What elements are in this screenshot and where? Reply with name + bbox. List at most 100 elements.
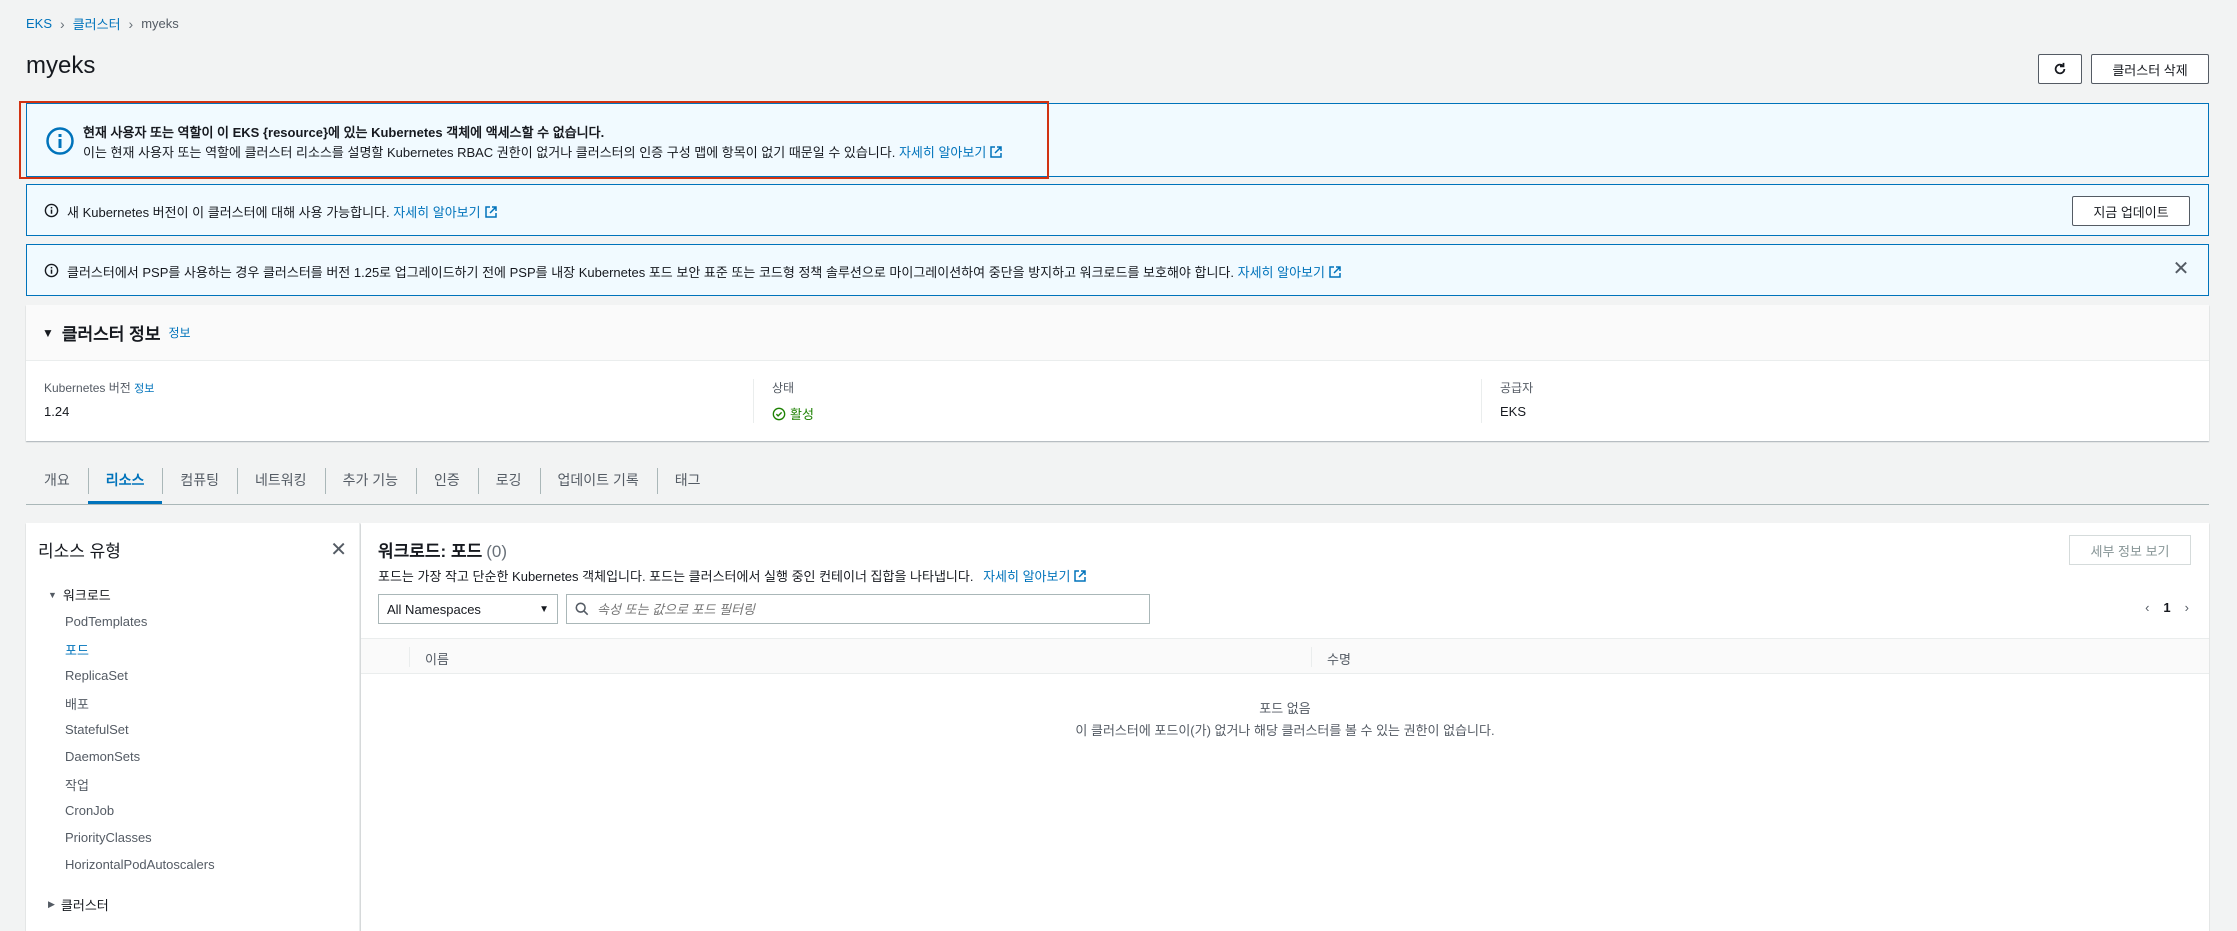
nav-item-priorityclasses[interactable]: PriorityClasses xyxy=(65,830,152,845)
tree-group-label: 클러스터 xyxy=(60,898,109,913)
tree-group-label: 워크로드 xyxy=(62,588,111,603)
delete-cluster-button[interactable]: 클러스터 삭제 xyxy=(2091,54,2209,84)
tab-resources[interactable]: 리소스 xyxy=(87,460,163,504)
status-value: 활성 xyxy=(772,404,1481,423)
check-circle-icon xyxy=(772,407,786,420)
access-alert-text: 이는 현재 사용자 또는 역할에 클러스터 리소스를 설명할 Kubernete… xyxy=(83,145,896,160)
page-number[interactable]: 1 xyxy=(2163,600,2170,615)
column-age[interactable]: 수명 xyxy=(1327,649,1351,668)
psp-alert-text: 클러스터에서 PSP를 사용하는 경우 클러스터를 버전 1.25로 업그레이드… xyxy=(67,265,1234,280)
pod-filter-input[interactable] xyxy=(597,601,1149,617)
cluster-info-header[interactable]: ▼ 클러스터 정보 정보 xyxy=(26,305,2209,361)
k8s-version-field: Kubernetes 버전 정보 1.24 xyxy=(26,379,754,423)
close-icon[interactable]: ✕ xyxy=(2172,259,2190,281)
search-icon xyxy=(575,602,589,616)
psp-alert: 클러스터에서 PSP를 사용하는 경우 클러스터를 버전 1.25로 업그레이드… xyxy=(26,244,2209,296)
nav-item-jobs[interactable]: 작업 xyxy=(65,775,89,794)
info-icon xyxy=(44,263,59,278)
psp-alert-line: 클러스터에서 PSP를 사용하는 경우 클러스터를 버전 1.25로 업그레이드… xyxy=(67,262,1341,281)
tab-addons[interactable]: 추가 기능 xyxy=(324,460,416,504)
external-link-icon xyxy=(1074,570,1087,582)
resource-type-title: 리소스 유형 xyxy=(38,542,121,561)
caret-down-icon: ▼ xyxy=(539,603,549,615)
version-alert: 새 Kubernetes 버전이 이 클러스터에 대해 사용 가능합니다. 자세… xyxy=(26,184,2209,236)
learn-more-label: 자세히 알아보기 xyxy=(1237,265,1325,280)
tab-update-history[interactable]: 업데이트 기록 xyxy=(539,460,657,504)
view-details-button[interactable]: 세부 정보 보기 xyxy=(2069,535,2191,565)
learn-more-link[interactable]: 자세히 알아보기 xyxy=(898,145,1003,160)
caret-down-icon: ▼ xyxy=(48,589,57,600)
empty-title: 포드 없음 xyxy=(1259,701,1311,716)
tab-networking[interactable]: 네트워킹 xyxy=(237,460,325,504)
info-icon xyxy=(46,127,74,155)
external-link-icon xyxy=(990,146,1003,158)
status-text: 활성 xyxy=(790,407,814,422)
pagination: ‹ 1 › xyxy=(2145,600,2189,615)
access-alert-title: 현재 사용자 또는 역할이 이 EKS {resource}에 있는 Kuber… xyxy=(83,125,605,140)
pods-title-text: 워크로드: 포드 xyxy=(378,542,483,561)
info-link[interactable]: 정보 xyxy=(134,383,154,395)
refresh-icon xyxy=(2054,62,2066,75)
nav-item-replicaset[interactable]: ReplicaSet xyxy=(65,668,128,683)
chevron-right-icon[interactable]: › xyxy=(2185,600,2189,615)
pods-panel: 워크로드: 포드 (0) 포드는 가장 작고 단순한 Kubernetes 객체입… xyxy=(361,523,2209,931)
pod-filter[interactable] xyxy=(566,594,1150,624)
pods-desc-text: 포드는 가장 작고 단순한 Kubernetes 객체입니다. 포드는 클러스터… xyxy=(378,569,974,584)
nav-item-statefulset[interactable]: StatefulSet xyxy=(65,722,129,737)
learn-more-label: 자세히 알아보기 xyxy=(983,569,1071,584)
chevron-right-icon: › xyxy=(60,15,65,32)
breadcrumb-clusters[interactable]: 클러스터 xyxy=(73,14,121,33)
status-label: 상태 xyxy=(772,381,795,395)
tab-logging[interactable]: 로깅 xyxy=(477,460,540,504)
chevron-right-icon: › xyxy=(128,15,134,32)
provider-field: 공급자 EKS xyxy=(1482,379,2209,423)
pods-count: (0) xyxy=(486,542,508,561)
learn-more-link[interactable]: 자세히 알아보기 xyxy=(983,569,1087,584)
column-divider xyxy=(1311,647,1312,667)
tree-group-workloads[interactable]: ▼ 워크로드 xyxy=(48,585,111,604)
empty-desc: 이 클러스터에 포드이(가) 없거나 해당 클러스터를 볼 수 있는 권한이 없… xyxy=(1075,723,1495,738)
pods-desc: 포드는 가장 작고 단순한 Kubernetes 객체입니다. 포드는 클러스터… xyxy=(378,566,1087,585)
resource-type-nav: 리소스 유형 ✕ ▼ 워크로드 PodTemplates 포드 ReplicaS… xyxy=(26,523,360,931)
access-alert: 현재 사용자 또는 역할이 이 EKS {resource}에 있는 Kuber… xyxy=(26,103,2209,177)
status-field: 상태 활성 xyxy=(754,379,1482,423)
k8s-version-label: Kubernetes 버전 xyxy=(44,381,131,395)
namespace-select[interactable]: All Namespaces ▼ xyxy=(378,594,558,624)
nav-item-daemonsets[interactable]: DaemonSets xyxy=(65,749,140,764)
access-alert-desc: 이는 현재 사용자 또는 역할에 클러스터 리소스를 설명할 Kubernete… xyxy=(83,142,1003,161)
tab-authentication[interactable]: 인증 xyxy=(416,460,478,504)
provider-value: EKS xyxy=(1500,404,1527,419)
nav-item-podtemplates[interactable]: PodTemplates xyxy=(65,614,147,629)
update-now-button[interactable]: 지금 업데이트 xyxy=(2072,196,2190,226)
caret-right-icon: ▶ xyxy=(48,899,55,909)
tree-group-cluster[interactable]: ▶ 클러스터 xyxy=(48,895,109,914)
tab-compute[interactable]: 컴퓨팅 xyxy=(162,460,237,504)
cluster-info-title: 클러스터 정보 xyxy=(61,325,161,344)
learn-more-link[interactable]: 자세히 알아보기 xyxy=(1238,265,1341,280)
nav-item-deployments[interactable]: 배포 xyxy=(65,694,89,713)
k8s-version-value: 1.24 xyxy=(44,404,70,419)
breadcrumb-eks[interactable]: EKS xyxy=(26,16,52,31)
table-header: 이름 수명 xyxy=(361,638,2209,674)
learn-more-label: 자세히 알아보기 xyxy=(393,205,481,220)
learn-more-link[interactable]: 자세히 알아보기 xyxy=(393,205,497,220)
tab-overview[interactable]: 개요 xyxy=(26,460,88,504)
external-link-icon xyxy=(1329,266,1341,278)
close-icon[interactable]: ✕ xyxy=(330,537,347,562)
chevron-left-icon[interactable]: ‹ xyxy=(2145,600,2149,615)
refresh-button[interactable] xyxy=(2038,54,2082,84)
tab-tags[interactable]: 태그 xyxy=(656,460,719,504)
breadcrumb: EKS › 클러스터 › myeks xyxy=(26,14,179,33)
learn-more-label: 자세히 알아보기 xyxy=(898,145,987,160)
nav-item-hpa[interactable]: HorizontalPodAutoscalers xyxy=(65,857,215,872)
info-link[interactable]: 정보 xyxy=(168,324,190,341)
cluster-info-panel: ▼ 클러스터 정보 정보 Kubernetes 버전 정보 1.24 상태 활성… xyxy=(26,305,2209,441)
version-alert-line: 새 Kubernetes 버전이 이 클러스터에 대해 사용 가능합니다. 자세… xyxy=(67,202,497,221)
column-name[interactable]: 이름 xyxy=(425,649,449,668)
info-icon xyxy=(44,203,59,218)
nav-item-cronjob[interactable]: CronJob xyxy=(65,803,114,818)
pods-title: 워크로드: 포드 (0) xyxy=(378,537,507,562)
page-title: myeks xyxy=(26,52,96,79)
nav-item-pods[interactable]: 포드 xyxy=(65,640,89,659)
provider-label: 공급자 xyxy=(1500,381,1534,395)
